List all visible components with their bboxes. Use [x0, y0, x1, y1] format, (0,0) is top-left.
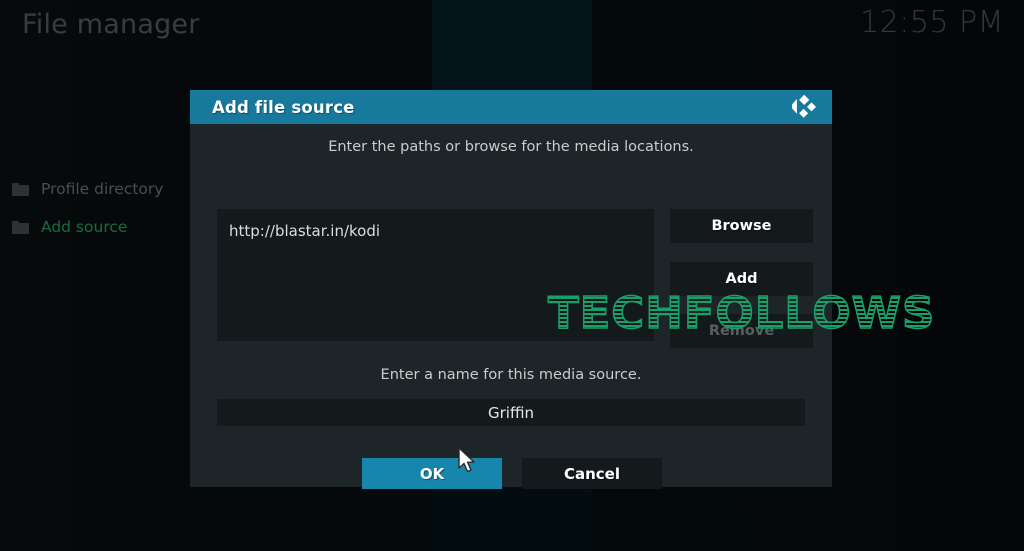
dialog-title: Add file source — [212, 97, 355, 117]
sidebar-item-label: Add source — [41, 218, 128, 236]
sidebar: Profile directory Add source — [0, 170, 190, 246]
folder-icon — [12, 182, 29, 196]
bottom-bar: Parent 0 / 0 1 / 2 — [0, 535, 1024, 551]
bottom-center-text: 0 / 0 — [392, 538, 417, 551]
dialog-title-bar: Add file source — [190, 90, 832, 124]
page-title: File manager — [22, 9, 200, 40]
name-hint-label: Enter a name for this media source. — [380, 367, 642, 383]
sidebar-item-add-source[interactable]: Add source — [0, 208, 190, 246]
kodi-logo-icon — [790, 94, 818, 121]
media-source-name-input[interactable]: Griffin — [217, 399, 805, 426]
cancel-button[interactable]: Cancel — [522, 458, 662, 489]
dialog-body: Enter the paths or browse for the media … — [190, 124, 832, 489]
bottom-right-text: 1 / 2 — [612, 538, 637, 551]
sidebar-item-label: Profile directory — [41, 180, 164, 198]
list-item[interactable]: http://blastar.in/kodi — [229, 222, 380, 240]
sidebar-item-profile-directory[interactable]: Profile directory — [0, 170, 190, 208]
folder-icon — [12, 220, 29, 234]
add-button[interactable]: Add — [670, 262, 813, 296]
clock: 12:55 PM — [860, 5, 1004, 40]
browse-button[interactable]: Browse — [670, 209, 813, 243]
top-bar: File manager 12:55 PM — [0, 0, 1024, 56]
paths-list[interactable]: http://blastar.in/kodi — [217, 209, 654, 341]
bottom-left-text: Parent — [28, 538, 64, 551]
remove-button: Remove — [670, 314, 813, 348]
paths-hint-label: Enter the paths or browse for the media … — [328, 139, 694, 155]
ok-button[interactable]: OK — [362, 458, 502, 489]
add-file-source-dialog: Add file source Enter the paths or brows… — [190, 90, 832, 489]
